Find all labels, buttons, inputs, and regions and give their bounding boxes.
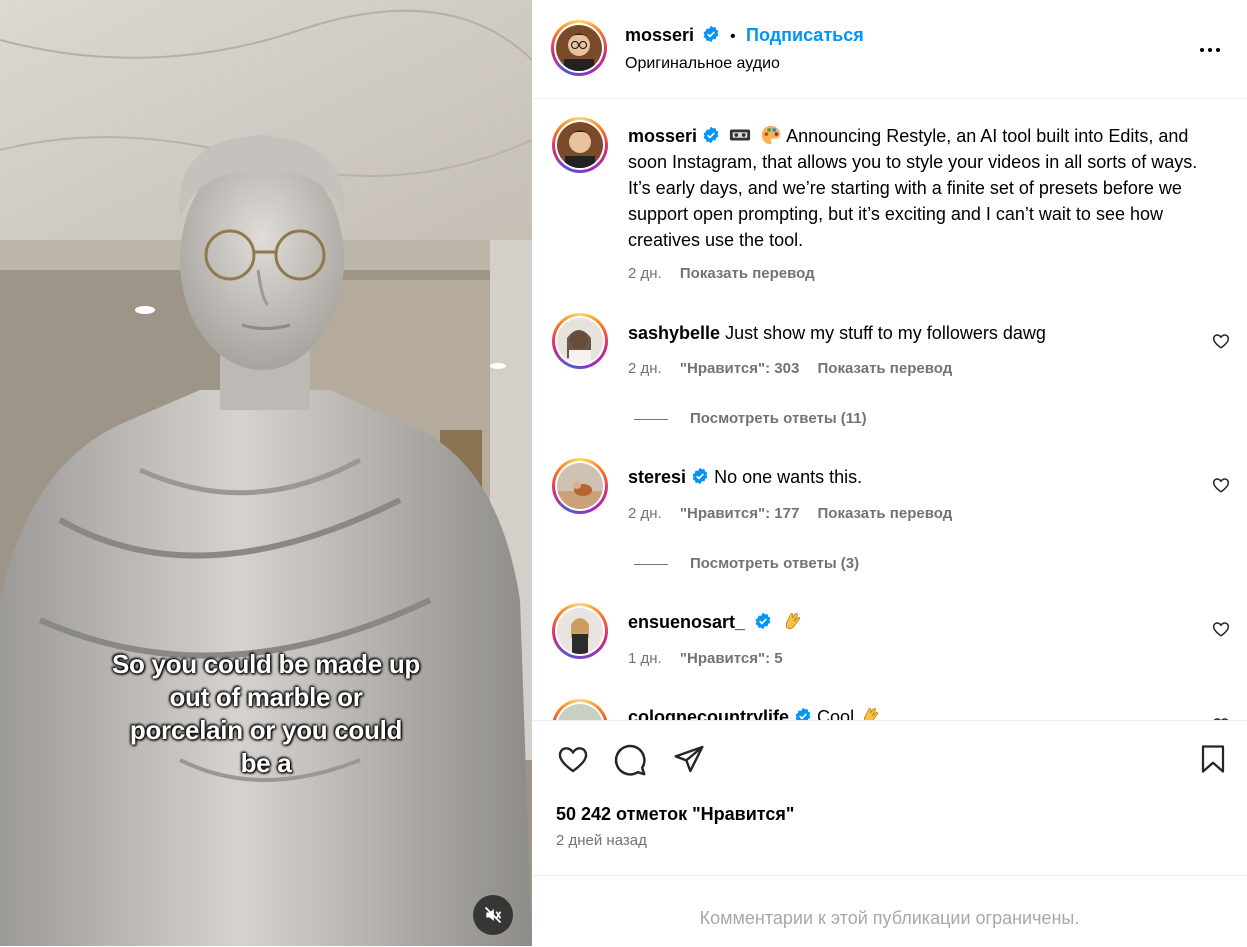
view-replies-button[interactable]: Посмотреть ответы (3) bbox=[634, 555, 859, 572]
commenter-username[interactable]: sashybelle bbox=[628, 323, 720, 343]
avatar-image bbox=[557, 463, 603, 509]
comment-body: sashybelle Just show my stuff to my foll… bbox=[628, 320, 1046, 346]
author-avatar[interactable] bbox=[551, 20, 607, 76]
post-time[interactable]: 2 дней назад bbox=[556, 832, 647, 849]
comments-list[interactable]: mosseri Announcing Restyle, an AI tool b… bbox=[532, 99, 1247, 720]
caption-time[interactable]: 2 дн. bbox=[628, 265, 662, 282]
commenter-avatar[interactable] bbox=[552, 458, 608, 514]
caption-username[interactable]: mosseri bbox=[628, 126, 697, 146]
caption-line: be a bbox=[240, 748, 292, 778]
share-icon[interactable] bbox=[672, 743, 706, 775]
comment-icon[interactable] bbox=[613, 743, 647, 777]
avatar-image bbox=[557, 318, 603, 364]
avatar-image bbox=[557, 608, 603, 654]
caption-text: Announcing Restyle, an AI tool built int… bbox=[628, 126, 1198, 250]
avatar-image bbox=[556, 25, 602, 71]
post-caption: mosseri Announcing Restyle, an AI tool b… bbox=[628, 123, 1218, 253]
mute-button[interactable] bbox=[473, 895, 513, 935]
commenter-username[interactable]: colognecountrylife bbox=[628, 707, 789, 720]
translate-button[interactable]: Показать перевод bbox=[818, 360, 953, 377]
verified-badge-icon bbox=[795, 707, 811, 720]
translate-button[interactable]: Показать перевод bbox=[680, 265, 815, 282]
comment-body: colognecountrylife Cool bbox=[628, 704, 881, 720]
comment-text: Cool bbox=[817, 707, 855, 720]
comment-likes[interactable]: "Нравится": 5 bbox=[680, 650, 783, 667]
separator-dot: • bbox=[729, 28, 736, 45]
translate-button[interactable]: Показать перевод bbox=[818, 505, 953, 522]
palette-emoji-icon bbox=[761, 125, 781, 145]
verified-badge-icon bbox=[755, 612, 771, 630]
comment-body: steresi No one wants this. bbox=[628, 464, 862, 490]
comments-footer: Комментарии к этой публикации ограничены… bbox=[532, 875, 1247, 947]
heart-icon[interactable] bbox=[556, 743, 590, 775]
verified-badge-icon bbox=[703, 25, 718, 43]
comment-like-icon[interactable] bbox=[1212, 332, 1230, 350]
bookmark-icon[interactable] bbox=[1198, 743, 1228, 775]
caption-line: porcelain or you could bbox=[129, 715, 403, 745]
comment-likes[interactable]: "Нравится": 177 bbox=[680, 505, 799, 522]
avatar-image bbox=[557, 122, 603, 168]
commenter-avatar[interactable] bbox=[552, 603, 608, 659]
avatar-image bbox=[557, 704, 603, 720]
comment-likes[interactable]: "Нравится": 303 bbox=[680, 360, 799, 377]
videocassette-emoji-icon bbox=[729, 129, 751, 141]
comment-time[interactable]: 1 дн. bbox=[628, 650, 662, 667]
author-avatar[interactable] bbox=[552, 117, 608, 173]
video-caption: So you could be made up out of marble or… bbox=[40, 648, 492, 780]
comment-time[interactable]: 2 дн. bbox=[628, 360, 662, 377]
post-actions: 50 242 отметок "Нравится" 2 дней назад bbox=[532, 720, 1247, 876]
comment-body: ensuenosart_ bbox=[628, 609, 803, 635]
clapping-hands-emoji-icon bbox=[864, 707, 879, 720]
comment-like-icon[interactable] bbox=[1212, 620, 1230, 638]
mute-icon bbox=[484, 906, 502, 924]
comment-like-icon[interactable] bbox=[1212, 476, 1230, 494]
video-player[interactable]: So you could be made up out of marble or… bbox=[0, 0, 532, 946]
more-options-icon[interactable] bbox=[1198, 38, 1222, 62]
commenter-username[interactable]: steresi bbox=[628, 467, 686, 487]
author-username[interactable]: mosseri bbox=[625, 25, 694, 45]
replies-divider bbox=[634, 418, 668, 420]
view-replies-label: Посмотреть ответы (11) bbox=[690, 410, 867, 427]
comment-text: No one wants this. bbox=[714, 467, 863, 487]
post-panel: mosseri • Подписаться Оригинальное аудио bbox=[532, 0, 1247, 946]
video-frame bbox=[0, 0, 532, 946]
comment-text: Just show my stuff to my followers dawg bbox=[725, 323, 1046, 343]
audio-label[interactable]: Оригинальное аудио bbox=[625, 55, 780, 73]
view-replies-label: Посмотреть ответы (3) bbox=[690, 555, 860, 572]
caption-line: So you could be made up bbox=[111, 649, 421, 679]
post-header: mosseri • Подписаться Оригинальное аудио bbox=[532, 0, 1247, 99]
verified-badge-icon bbox=[703, 126, 719, 144]
comment-time[interactable]: 2 дн. bbox=[628, 505, 662, 522]
follow-button[interactable]: Подписаться bbox=[746, 25, 864, 45]
verified-badge-icon bbox=[692, 467, 708, 485]
replies-divider bbox=[634, 563, 668, 565]
like-count[interactable]: 50 242 отметок "Нравится" bbox=[556, 804, 794, 825]
commenter-avatar[interactable] bbox=[552, 313, 608, 369]
comments-restricted-notice: Комментарии к этой публикации ограничены… bbox=[699, 908, 1080, 928]
clapping-hands-emoji-icon bbox=[786, 612, 801, 630]
commenter-username[interactable]: ensuenosart_ bbox=[628, 612, 745, 632]
view-replies-button[interactable]: Посмотреть ответы (11) bbox=[634, 410, 867, 427]
caption-line: out of marble or bbox=[169, 682, 363, 712]
commenter-avatar[interactable] bbox=[552, 699, 608, 720]
